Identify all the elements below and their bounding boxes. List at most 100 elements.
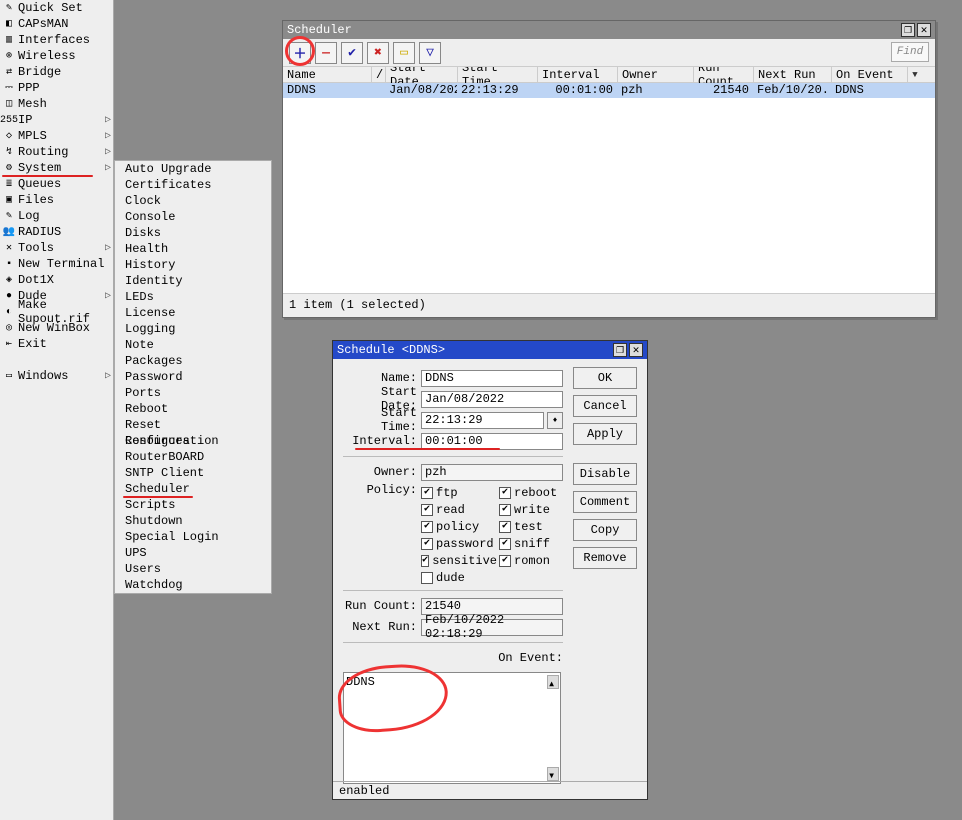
start-time-input[interactable]: 22:13:29 <box>421 412 544 429</box>
policy-checkbox-read[interactable]: ✔read <box>421 503 497 517</box>
submenu-item-identity[interactable]: Identity <box>115 273 271 289</box>
sidebar-item-files[interactable]: ▣Files <box>0 192 113 208</box>
name-input[interactable]: DDNS <box>421 370 563 387</box>
copy-button[interactable]: Copy <box>573 519 637 541</box>
submenu-item-shutdown[interactable]: Shutdown <box>115 513 271 529</box>
policy-checkbox-policy[interactable]: ✔policy <box>421 520 497 534</box>
sidebar-item-interfaces[interactable]: ▥Interfaces <box>0 32 113 48</box>
window-restore-button[interactable]: ❐ <box>901 23 915 37</box>
submenu-item-auto-upgrade[interactable]: Auto Upgrade <box>115 161 271 177</box>
comment-button[interactable]: ▭ <box>393 42 415 64</box>
policy-checkbox-password[interactable]: ✔password <box>421 537 497 551</box>
sidebar-item-windows[interactable]: ▭ Windows ▷ <box>0 368 113 384</box>
submenu-item-reset-configuration[interactable]: Reset Configuration <box>115 417 271 433</box>
submenu-item-logging[interactable]: Logging <box>115 321 271 337</box>
column-header-interval[interactable]: Interval <box>537 67 617 82</box>
column-header-on-event[interactable]: On Event <box>831 67 907 82</box>
submenu-item-ports[interactable]: Ports <box>115 385 271 401</box>
remove-button[interactable]: — <box>315 42 337 64</box>
submenu-item-routerboard[interactable]: RouterBOARD <box>115 449 271 465</box>
checkbox-label: write <box>514 503 550 517</box>
submenu-item-scripts[interactable]: Scripts <box>115 497 271 513</box>
sidebar-item-system[interactable]: ⚙System▷ <box>0 160 113 176</box>
sidebar-item-new-winbox[interactable]: ◎New WinBox <box>0 320 113 336</box>
submenu-item-certificates[interactable]: Certificates <box>115 177 271 193</box>
sidebar-item-tools[interactable]: ✕Tools▷ <box>0 240 113 256</box>
sidebar-item-capsman[interactable]: ◧CAPsMAN <box>0 16 113 32</box>
sidebar-item-bridge[interactable]: ⇄Bridge <box>0 64 113 80</box>
ok-button[interactable]: OK <box>573 367 637 389</box>
window-restore-button[interactable]: ❐ <box>613 343 627 357</box>
sidebar-item-radius[interactable]: 👥RADIUS <box>0 224 113 240</box>
table-row[interactable]: DDNSJan/08/202222:13:2900:01:00pzh21540F… <box>283 83 935 98</box>
submenu-item-clock[interactable]: Clock <box>115 193 271 209</box>
sidebar-item-log[interactable]: ✎Log <box>0 208 113 224</box>
sidebar-item-new-terminal[interactable]: ▪New Terminal <box>0 256 113 272</box>
policy-checkbox-ftp[interactable]: ✔ftp <box>421 486 497 500</box>
column-header-name[interactable]: Name <box>283 67 371 82</box>
policy-checkbox-dude[interactable]: dude <box>421 571 497 585</box>
add-button[interactable]: ＋ <box>289 42 311 64</box>
submenu-item-scheduler[interactable]: Scheduler <box>115 481 271 497</box>
sidebar-item-make-supout-rif[interactable]: ◐Make Supout.rif <box>0 304 113 320</box>
sidebar-item-queues[interactable]: ≣Queues <box>0 176 113 192</box>
submenu-item-special-login[interactable]: Special Login <box>115 529 271 545</box>
sidebar-item-exit[interactable]: ⇤Exit <box>0 336 113 352</box>
column-header-run-count[interactable]: Run Count <box>693 67 753 82</box>
submenu-item-license[interactable]: License <box>115 305 271 321</box>
filter-button[interactable]: ▽ <box>419 42 441 64</box>
window-close-button[interactable]: ✕ <box>629 343 643 357</box>
time-stepper[interactable]: ♦ <box>547 412 563 429</box>
submenu-item-resources[interactable]: Resources <box>115 433 271 449</box>
submenu-item-note[interactable]: Note <box>115 337 271 353</box>
submenu-item-password[interactable]: Password <box>115 369 271 385</box>
submenu-item-health[interactable]: Health <box>115 241 271 257</box>
disable-button[interactable]: ✖ <box>367 42 389 64</box>
submenu-item-packages[interactable]: Packages <box>115 353 271 369</box>
sidebar-item-quick-set[interactable]: ✎Quick Set <box>0 0 113 16</box>
scroll-down-icon[interactable]: ▾ <box>547 767 559 781</box>
policy-checkbox-test[interactable]: ✔test <box>499 520 575 534</box>
submenu-item-watchdog[interactable]: Watchdog <box>115 577 271 593</box>
find-input[interactable]: Find <box>891 42 929 62</box>
policy-checkbox-write[interactable]: ✔write <box>499 503 575 517</box>
window-close-button[interactable]: ✕ <box>917 23 931 37</box>
disable-button[interactable]: Disable <box>573 463 637 485</box>
apply-button[interactable]: Apply <box>573 423 637 445</box>
interval-input[interactable]: 00:01:00 <box>421 433 563 450</box>
start-date-input[interactable]: Jan/08/2022 <box>421 391 563 408</box>
scheduler-titlebar[interactable]: Scheduler ❐ ✕ <box>283 21 935 39</box>
submenu-item-disks[interactable]: Disks <box>115 225 271 241</box>
column-header-owner[interactable]: Owner <box>617 67 693 82</box>
enable-button[interactable]: ✔ <box>341 42 363 64</box>
sidebar-item-mpls[interactable]: ◇MPLS▷ <box>0 128 113 144</box>
remove-button[interactable]: Remove <box>573 547 637 569</box>
submenu-item-history[interactable]: History <box>115 257 271 273</box>
submenu-item-users[interactable]: Users <box>115 561 271 577</box>
policy-checkbox-sniff[interactable]: ✔sniff <box>499 537 575 551</box>
submenu-item-console[interactable]: Console <box>115 209 271 225</box>
submenu-item-reboot[interactable]: Reboot <box>115 401 271 417</box>
column-dropdown-icon[interactable]: ▼ <box>907 67 922 82</box>
on-event-textarea[interactable]: DDNS ▴ ▾ <box>343 672 561 784</box>
submenu-item-ups[interactable]: UPS <box>115 545 271 561</box>
submenu-item-leds[interactable]: LEDs <box>115 289 271 305</box>
policy-checkbox-sensitive[interactable]: ✔sensitive <box>421 554 497 568</box>
policy-checkbox-reboot[interactable]: ✔reboot <box>499 486 575 500</box>
column-header-start-time[interactable]: Start Time <box>457 67 537 82</box>
column-header-next-run[interactable]: Next Run <box>753 67 831 82</box>
scroll-up-icon[interactable]: ▴ <box>547 675 559 689</box>
column-header-start-date[interactable]: Start Date <box>385 67 457 82</box>
sidebar-item-ip[interactable]: 255IP▷ <box>0 112 113 128</box>
sidebar-item-routing[interactable]: ↯Routing▷ <box>0 144 113 160</box>
policy-checkbox-romon[interactable]: ✔romon <box>499 554 575 568</box>
sidebar-item-mesh[interactable]: ◫Mesh <box>0 96 113 112</box>
submenu-item-sntp-client[interactable]: SNTP Client <box>115 465 271 481</box>
sidebar-item-wireless[interactable]: ⊚Wireless <box>0 48 113 64</box>
dialog-titlebar[interactable]: Schedule <DDNS> ❐ ✕ <box>333 341 647 359</box>
column-header--[interactable]: / <box>371 67 385 82</box>
sidebar-item-ppp[interactable]: ⎓PPP <box>0 80 113 96</box>
cancel-button[interactable]: Cancel <box>573 395 637 417</box>
comment-button[interactable]: Comment <box>573 491 637 513</box>
sidebar-item-dot1x[interactable]: ◈Dot1X <box>0 272 113 288</box>
